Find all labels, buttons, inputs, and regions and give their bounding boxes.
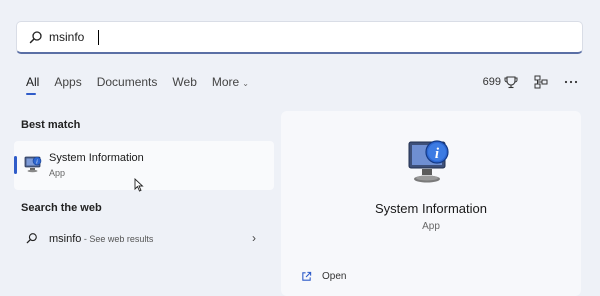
chevron-right-icon[interactable]: › xyxy=(252,231,256,245)
open-external-icon xyxy=(302,271,312,281)
more-icon xyxy=(564,80,578,84)
tab-web[interactable]: Web xyxy=(172,75,196,97)
tab-all[interactable]: All xyxy=(26,75,39,97)
tab-documents[interactable]: Documents xyxy=(97,75,158,97)
tab-all-label: All xyxy=(26,75,40,89)
rewards-points: 699 xyxy=(482,76,501,88)
web-result-text: msinfo - See web results xyxy=(49,233,153,245)
result-title: System Information xyxy=(49,152,144,164)
web-result[interactable]: msinfo - See web results › xyxy=(14,228,274,250)
tab-apps-label: Apps xyxy=(54,75,82,89)
search-web-heading: Search the web xyxy=(21,202,102,214)
mouse-cursor-icon xyxy=(134,178,144,192)
rewards-button[interactable]: 699 xyxy=(483,75,518,89)
system-information-icon: i xyxy=(24,156,42,173)
best-match-result[interactable]: i System Information App xyxy=(14,141,274,190)
search-panel: All Apps Documents Web More⌄ 699 xyxy=(0,0,600,296)
tab-web-label: Web xyxy=(172,75,197,89)
preview-title: System Information xyxy=(375,201,487,216)
tab-more-label: More xyxy=(211,75,240,89)
org-button[interactable] xyxy=(534,75,548,89)
open-label: Open xyxy=(322,271,347,282)
result-preview-pane: i System Information App Open xyxy=(281,111,581,296)
search-input[interactable] xyxy=(49,28,549,46)
preview-subtitle: App xyxy=(422,221,440,232)
selection-indicator xyxy=(14,156,17,174)
search-icon xyxy=(29,31,42,44)
rewards-trophy-icon xyxy=(504,76,518,89)
open-action[interactable]: Open xyxy=(301,271,346,282)
text-caret xyxy=(98,30,99,45)
web-suffix: - See web results xyxy=(81,234,154,244)
filter-tabs: All Apps Documents Web More ⌄ xyxy=(26,75,264,97)
tab-documents-label: Documents xyxy=(96,75,158,89)
tab-apps[interactable]: Apps xyxy=(54,75,81,97)
chevron-down-icon: ⌄ xyxy=(242,79,249,88)
search-box[interactable] xyxy=(16,21,583,54)
result-type: App xyxy=(49,168,66,178)
best-match-heading: Best match xyxy=(21,119,81,131)
web-query: msinfo xyxy=(49,233,82,245)
header-actions: 699 xyxy=(473,71,578,93)
more-options-button[interactable] xyxy=(564,79,578,85)
system-information-large-icon: i xyxy=(408,140,449,183)
tab-more[interactable]: More ⌄ xyxy=(212,75,249,97)
org-chart-icon xyxy=(534,75,548,89)
search-icon xyxy=(26,233,37,244)
